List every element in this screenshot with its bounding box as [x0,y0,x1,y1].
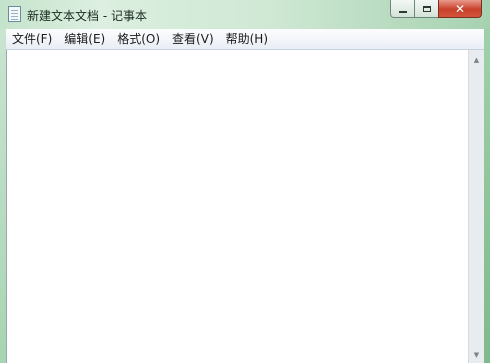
maximize-icon [422,5,431,12]
chevron-up-icon[interactable]: ▲ [469,52,484,68]
menu-view[interactable]: 查看(V) [166,30,220,48]
menu-format[interactable]: 格式(O) [111,30,166,48]
close-button[interactable]: ✕ [438,0,482,18]
menu-bar: 文件(F) 编辑(E) 格式(O) 查看(V) 帮助(H) [6,29,484,50]
window-title: 新建文本文档 - 记事本 [27,9,147,23]
window-frame-right [484,29,490,363]
close-icon: ✕ [454,1,466,16]
vertical-scrollbar[interactable]: ▲ ▼ [468,50,484,363]
maximize-button[interactable] [414,0,439,18]
menu-help[interactable]: 帮助(H) [220,30,274,48]
notepad-window: 新建文本文档 - 记事本 ✕ 文件(F) 编辑(E) 格式(O) 查看(V) 帮… [0,0,490,363]
notepad-icon[interactable] [8,6,21,22]
title-bar[interactable]: 新建文本文档 - 记事本 ✕ [0,0,490,29]
menu-edit[interactable]: 编辑(E) [58,30,111,48]
minimize-button[interactable] [390,0,415,18]
menu-file[interactable]: 文件(F) [6,30,58,48]
caption-buttons: ✕ [390,0,482,19]
minimize-icon [398,10,407,13]
chevron-down-icon[interactable]: ▼ [469,347,484,363]
text-editor[interactable] [6,50,469,363]
